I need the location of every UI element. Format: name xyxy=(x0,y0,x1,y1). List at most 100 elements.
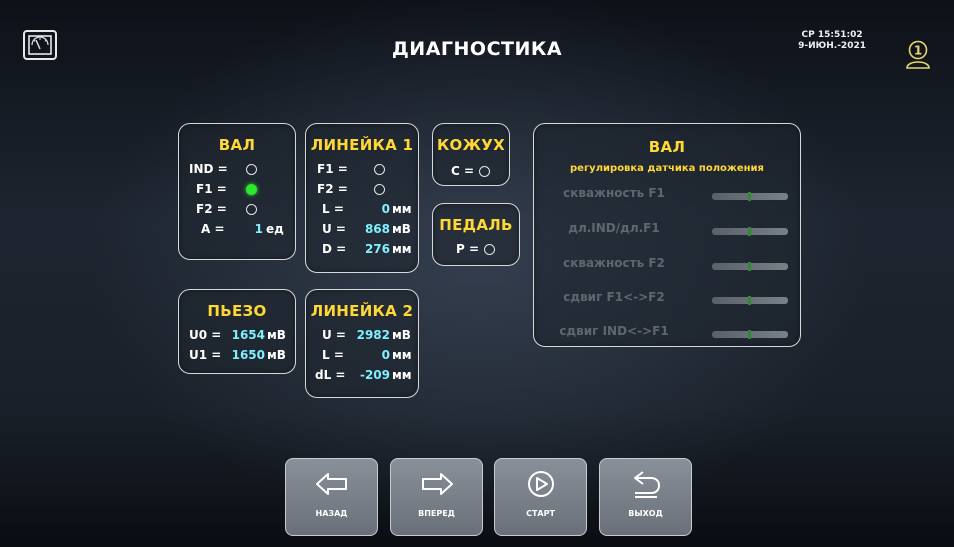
forward-button-label: ВПЕРЕД xyxy=(418,509,455,518)
lineika1-f1-label: F1 = xyxy=(317,162,348,176)
lineika2-dl-row: dL = -209 мм xyxy=(306,368,420,384)
lineika1-f2-label: F2 = xyxy=(317,182,348,196)
adjust-slider-mark xyxy=(748,296,751,305)
adjust-slider[interactable] xyxy=(712,227,788,236)
val-a-row: A = 1 ед xyxy=(179,222,297,238)
adjust-row-shift-ind-f1: сдвиг IND<->F1 xyxy=(534,324,802,344)
datetime: СР 15:51:02 9-ИЮН.-2021 xyxy=(798,30,866,52)
val-a-unit: ед xyxy=(266,222,284,236)
lineika1-d-value: 276 xyxy=(364,242,390,256)
lineika1-f2-row: F2 = xyxy=(306,182,420,198)
lineika1-l-label: L = xyxy=(322,202,344,216)
pyezo-u1-unit: мВ xyxy=(267,348,286,362)
kozhukh-panel-title: КОЖУХ xyxy=(436,136,505,154)
lineika2-u-row: U = 2982 мВ xyxy=(306,328,420,344)
back-button[interactable]: НАЗАД xyxy=(285,458,378,536)
adjust-row-label: сдвиг F1<->F2 xyxy=(563,290,665,304)
adjust-slider[interactable] xyxy=(712,296,788,305)
lineika2-u-unit: мВ xyxy=(392,328,411,342)
user-button[interactable]: 1 xyxy=(904,40,932,70)
adjust-row-duty-f2: скважность F2 xyxy=(534,256,802,276)
val-adjust-subtitle: регулировка датчика положения xyxy=(570,163,764,174)
adjust-row-label: сдвиг IND<->F1 xyxy=(559,324,669,338)
play-icon xyxy=(528,471,554,497)
lineika1-u-row: U = 868 мВ xyxy=(306,222,420,238)
top-bar: ДИАГНОСТИКА СР 15:51:02 9-ИЮН.-2021 1 xyxy=(0,0,954,78)
val-panel-title: ВАЛ xyxy=(218,136,256,154)
pyezo-u1-value: 1650 xyxy=(231,348,265,362)
pyezo-u1-label: U1 = xyxy=(189,348,222,362)
pyezo-u0-label: U0 = xyxy=(189,328,222,342)
adjust-row-label: дл.IND/дл.F1 xyxy=(568,221,660,235)
back-button-label: НАЗАД xyxy=(315,509,348,518)
lineika2-l-label: L = xyxy=(322,348,344,362)
exit-button-label: ВЫХОД xyxy=(628,509,663,518)
val-f2-label: F2 = xyxy=(196,202,227,216)
lineika2-l-row: L = 0 мм xyxy=(306,348,420,364)
arrow-right-icon xyxy=(422,473,453,495)
lineika1-f1-indicator xyxy=(374,164,385,175)
pedal-p-label: P = xyxy=(456,242,480,256)
adjust-slider-mark xyxy=(748,227,751,236)
pedal-p-indicator xyxy=(484,244,495,255)
val-adjust-panel: ВАЛ регулировка датчика положения скважн… xyxy=(533,123,801,347)
val-adjust-title: ВАЛ xyxy=(648,138,686,156)
adjust-row-duty-f1: скважность F1 xyxy=(534,186,802,206)
adjust-slider[interactable] xyxy=(712,330,788,339)
lineika1-u-label: U = xyxy=(322,222,346,236)
kozhukh-panel: КОЖУХ C = xyxy=(432,123,510,186)
kozhukh-c-indicator xyxy=(479,166,490,177)
lineika2-u-label: U = xyxy=(322,328,346,342)
pedal-panel-title: ПЕДАЛЬ xyxy=(439,216,513,234)
user-number: 1 xyxy=(914,44,922,58)
adjust-slider[interactable] xyxy=(712,192,788,201)
val-f2-indicator xyxy=(246,204,257,215)
exit-button[interactable]: ВЫХОД xyxy=(599,458,692,536)
adjust-slider-mark xyxy=(748,330,751,339)
val-f1-row: F1 = xyxy=(179,182,297,198)
kozhukh-c-label: C = xyxy=(451,164,475,178)
val-f1-label: F1 = xyxy=(196,182,227,196)
lineika1-panel: ЛИНЕЙКА 1 F1 = F2 = L = 0 мм U = 868 мВ … xyxy=(305,123,419,273)
datetime-time: СР 15:51:02 xyxy=(801,30,863,40)
lineika2-l-unit: мм xyxy=(392,348,412,362)
lineika1-d-row: D = 276 мм xyxy=(306,242,420,258)
val-panel: ВАЛ IND = F1 = F2 = A = 1 ед xyxy=(178,123,296,260)
val-ind-label: IND = xyxy=(189,162,228,176)
adjust-slider[interactable] xyxy=(712,262,788,271)
lineika2-dl-label: dL = xyxy=(315,368,346,382)
adjust-row-shift-f1-f2: сдвиг F1<->F2 xyxy=(534,290,802,310)
start-button-label: СТАРТ xyxy=(526,509,555,518)
user-icon: 1 xyxy=(906,40,930,69)
pedal-panel: ПЕДАЛЬ P = xyxy=(432,203,520,266)
lineika1-u-unit: мВ xyxy=(392,222,411,236)
adjust-row-ind-f1: дл.IND/дл.F1 xyxy=(534,221,802,241)
start-button[interactable]: СТАРТ xyxy=(494,458,587,536)
adjust-slider-mark xyxy=(748,192,751,201)
lineika2-u-value: 2982 xyxy=(356,328,390,342)
val-f2-row: F2 = xyxy=(179,202,297,218)
pyezo-panel-title: ПЬЕЗО xyxy=(207,302,267,320)
pyezo-panel: ПЬЕЗО U0 = 1654 мВ U1 = 1650 мВ xyxy=(178,289,296,374)
return-arrow-icon xyxy=(634,471,661,498)
pyezo-u0-unit: мВ xyxy=(267,328,286,342)
adjust-row-label: скважность F2 xyxy=(563,256,665,270)
lineika2-panel-title: ЛИНЕЙКА 2 xyxy=(310,302,414,320)
lineika2-dl-value: -209 xyxy=(359,368,390,382)
val-f1-indicator xyxy=(246,184,257,195)
datetime-date: 9-ИЮН.-2021 xyxy=(798,41,866,51)
pyezo-u0-row: U0 = 1654 мВ xyxy=(179,328,297,344)
pyezo-u1-row: U1 = 1650 мВ xyxy=(179,348,297,364)
arrow-left-icon xyxy=(316,473,347,495)
lineika1-f2-indicator xyxy=(374,184,385,195)
lineika1-panel-title: ЛИНЕЙКА 1 xyxy=(310,136,414,154)
lineika2-dl-unit: мм xyxy=(392,368,412,382)
lineika2-l-value: 0 xyxy=(381,348,390,362)
forward-button[interactable]: ВПЕРЕД xyxy=(390,458,483,536)
val-a-value: 1 xyxy=(254,222,263,236)
lineika1-u-value: 868 xyxy=(364,222,390,236)
adjust-row-label: скважность F1 xyxy=(563,186,665,200)
lineika1-d-unit: мм xyxy=(392,242,412,256)
kozhukh-c-row: C = xyxy=(433,164,511,180)
val-a-label: A = xyxy=(201,222,225,236)
